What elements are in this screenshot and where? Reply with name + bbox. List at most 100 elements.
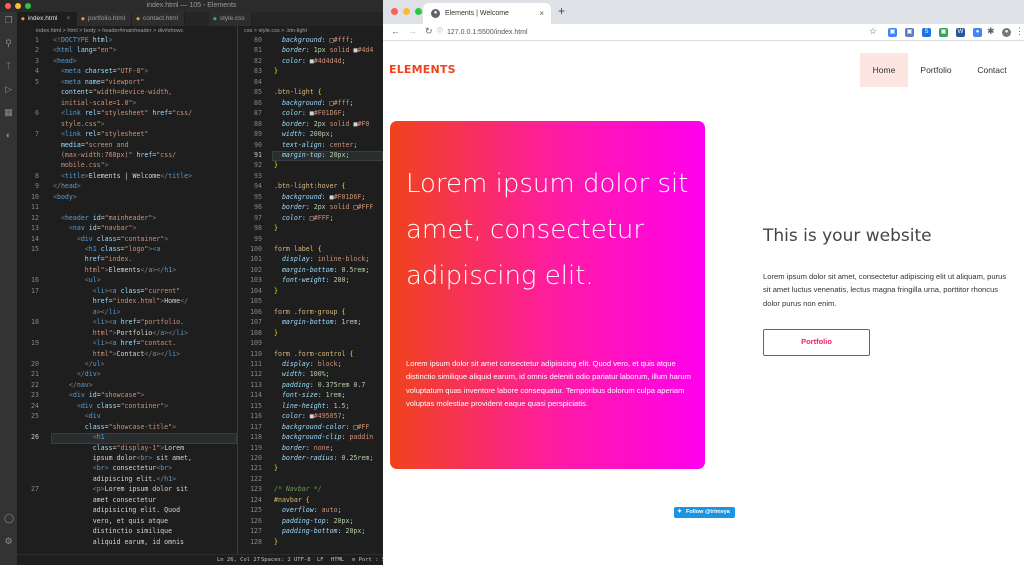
tab-index-html[interactable]: ◆ index.html × [17,12,77,26]
line-number[interactable]: 84 [238,78,262,86]
line-number[interactable]: 11 [17,203,39,211]
line-number[interactable]: 6 [17,109,39,117]
code-line[interactable]: background: □#fff; [274,99,354,107]
code-line[interactable]: aliquid earum, id omnis [53,538,184,546]
line-number[interactable]: 100 [238,245,262,253]
line-number[interactable]: 83 [238,67,262,75]
code-line[interactable]: width: 200px; [274,130,334,138]
code-line[interactable]: } [274,224,278,232]
extension-icon[interactable]: ▣ [905,28,914,37]
minimize-window-button[interactable] [15,3,21,9]
line-number[interactable]: 113 [238,381,262,389]
line-number[interactable]: 123 [238,485,262,493]
code-line[interactable]: <p>Lorem ipsum dolor sit [53,485,188,493]
line-number[interactable]: 22 [17,381,39,389]
code-line[interactable]: <div class="container"> [53,235,168,243]
code-line[interactable]: form .form-control { [274,350,353,358]
code-line[interactable]: .btn-light { [274,88,322,96]
extensions-puzzle-icon[interactable]: ✱ [987,26,995,37]
line-number[interactable]: 111 [238,360,262,368]
code-line[interactable]: ipsum dolor<br> sit amet, [53,454,192,462]
browser-minimize-button[interactable] [403,8,410,15]
code-line[interactable]: display: block; [274,360,342,368]
code-line[interactable]: vero, et quis atque [53,517,168,525]
line-number[interactable]: 23 [17,391,39,399]
code-line[interactable]: html">Contact</a></li> [53,350,180,358]
code-line[interactable]: width: 100%; [274,370,330,378]
line-number[interactable]: 94 [238,182,262,190]
eol-status[interactable]: LF [317,555,324,565]
line-number[interactable]: 107 [238,318,262,326]
code-line[interactable]: <br> consectetur<br> [53,464,172,472]
code-line[interactable]: <li><a href="portfolio. [53,318,184,326]
code-line[interactable]: href="index.html">Home</ [53,297,188,305]
close-tab-icon[interactable]: × [66,12,70,26]
language-mode[interactable]: HTML [331,555,344,565]
line-number[interactable]: 109 [238,339,262,347]
code-line[interactable]: distinctio similique [53,527,172,535]
code-line[interactable]: <!DOCTYPE html> [53,36,113,44]
code-line[interactable]: padding: 0.375rem 0.7 [274,381,365,389]
extensions-icon[interactable]: ▦ [4,108,13,117]
line-number[interactable]: 1 [17,36,39,44]
bookmark-star-icon[interactable]: ☆ [869,26,877,37]
line-number[interactable]: 12 [17,214,39,222]
code-line[interactable]: } [274,329,278,337]
code-line[interactable]: <body> [53,193,77,201]
code-line[interactable]: background: ■#F01D6F; [274,193,365,201]
code-line[interactable]: </nav> [53,381,93,389]
code-line[interactable]: <div id="showcase"> [53,391,145,399]
line-number[interactable]: 25 [17,412,39,420]
code-line[interactable]: background-color: □#FF [274,423,369,431]
code-line[interactable]: margin-top: 20px; [274,151,350,159]
line-number[interactable]: 116 [238,412,262,420]
reload-icon[interactable]: ↻ [425,26,433,37]
code-line[interactable]: content="width=device-width, [53,88,172,96]
line-number[interactable]: 9 [17,182,39,190]
maximize-window-button[interactable] [25,3,31,9]
tab-contact-html[interactable]: ◆ contact.html [132,12,185,26]
remote-icon[interactable]: ◐ [4,131,13,140]
line-number[interactable]: 122 [238,475,262,483]
code-line[interactable]: a></li> [53,308,121,316]
line-number[interactable]: 88 [238,120,262,128]
extension-icon[interactable]: S [922,28,931,37]
line-number[interactable]: 80 [238,36,262,44]
browser-close-button[interactable] [391,8,398,15]
code-line[interactable]: padding-top: 20px; [274,517,354,525]
line-number[interactable]: 98 [238,224,262,232]
code-line[interactable]: line-height: 1.5; [274,402,350,410]
code-line[interactable]: href="index. [53,255,133,263]
line-number[interactable]: 21 [17,370,39,378]
tab-style-css[interactable]: ◆ style.css [208,12,252,26]
line-number[interactable]: 118 [238,433,262,441]
code-line[interactable]: font-size: 1rem; [274,391,346,399]
line-number[interactable]: 14 [17,235,39,243]
code-line[interactable]: <link rel="stylesheet" href="css/ [53,109,192,117]
code-line[interactable]: color: ■#4d4d4d; [274,57,346,65]
line-number[interactable]: 91 [238,151,262,159]
code-line[interactable]: <nav id="navbar"> [53,224,137,232]
cursor-position[interactable]: Ln 26, Col 27 [217,555,260,565]
source-control-icon[interactable]: ᛉ [4,62,13,71]
browser-tab[interactable]: ● Elements | Welcome × [423,3,551,24]
code-line[interactable]: padding-bottom: 20px; [274,527,365,535]
code-line[interactable]: border: none; [274,444,334,452]
line-number[interactable]: 121 [238,464,262,472]
line-number[interactable]: 5 [17,78,39,86]
extension-icon[interactable]: ▣ [939,28,948,37]
nav-portfolio[interactable]: Portfolio [912,53,960,87]
encoding-status[interactable]: UTF-8 [294,555,311,565]
info-icon[interactable]: ⓘ [437,26,443,39]
code-line[interactable]: color: ■#F01D6F; [274,109,346,117]
line-number[interactable]: 115 [238,402,262,410]
close-tab-icon[interactable]: × [539,3,544,24]
code-line[interactable]: mobile.css"> [53,161,109,169]
code-line[interactable]: <meta name="viewport" [53,78,144,86]
code-line[interactable]: <title>Elements | Welcome</title> [53,172,192,180]
line-number[interactable]: 103 [238,276,262,284]
code-line[interactable]: <meta charset="UTF-8"> [53,67,148,75]
tab-portfolio-html[interactable]: ◆ portfolio.html [77,12,133,26]
line-number[interactable]: 81 [238,46,262,54]
extension-icon[interactable]: ▣ [888,28,897,37]
